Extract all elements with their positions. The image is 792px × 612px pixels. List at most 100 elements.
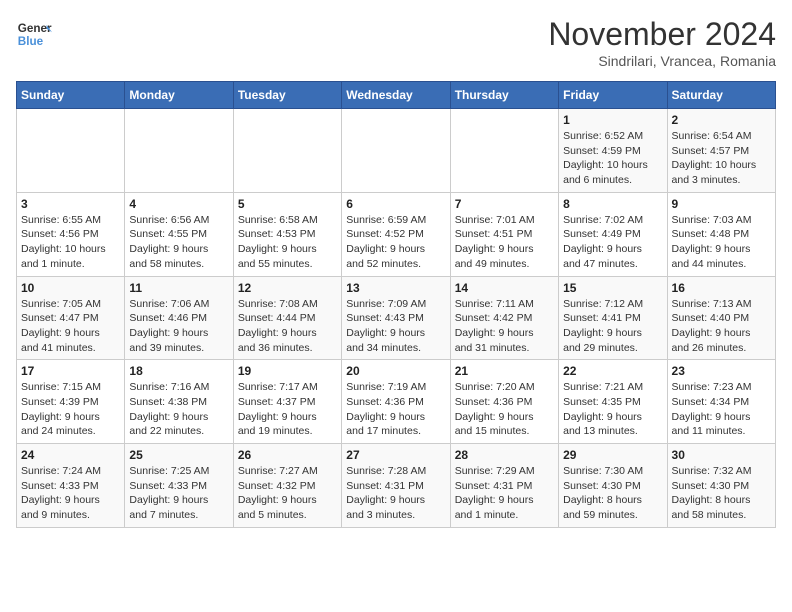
calendar-cell: 4 Sunrise: 6:56 AM Sunset: 4:55 PM Daylig… xyxy=(125,192,233,276)
day-info: Sunrise: 7:24 AM Sunset: 4:33 PM Dayligh… xyxy=(21,464,120,523)
day-info: Sunrise: 7:12 AM Sunset: 4:41 PM Dayligh… xyxy=(563,297,662,356)
day-info: Sunrise: 7:27 AM Sunset: 4:32 PM Dayligh… xyxy=(238,464,337,523)
calendar-week-row: 3 Sunrise: 6:55 AM Sunset: 4:56 PM Daylig… xyxy=(17,192,776,276)
day-info: Sunrise: 7:05 AM Sunset: 4:47 PM Dayligh… xyxy=(21,297,120,356)
calendar-cell: 8Sunrise: 7:02 AM Sunset: 4:49 PM Daylig… xyxy=(559,192,667,276)
day-number: 27 xyxy=(346,448,445,462)
calendar-cell xyxy=(342,109,450,193)
calendar-table: SundayMondayTuesdayWednesdayThursdayFrid… xyxy=(16,81,776,528)
day-number: 4 xyxy=(129,197,228,211)
calendar-cell: 7 Sunrise: 7:01 AM Sunset: 4:51 PM Daylig… xyxy=(450,192,558,276)
day-number: 13 xyxy=(346,281,445,295)
weekday-header: Saturday xyxy=(667,82,775,109)
day-number: 8 xyxy=(563,197,662,211)
day-info: Sunrise: 7:29 AM Sunset: 4:31 PM Dayligh… xyxy=(455,464,554,523)
day-number: 24 xyxy=(21,448,120,462)
day-number: 21 xyxy=(455,364,554,378)
calendar-cell: 12Sunrise: 7:08 AM Sunset: 4:44 PM Dayli… xyxy=(233,276,341,360)
day-number: 9 xyxy=(672,197,771,211)
day-info: Sunrise: 6:54 AM Sunset: 4:57 PM Dayligh… xyxy=(672,129,771,188)
calendar-cell: 29 Sunrise: 7:30 AM Sunset: 4:30 PM Dayli… xyxy=(559,444,667,528)
day-info: Sunrise: 7:25 AM Sunset: 4:33 PM Dayligh… xyxy=(129,464,228,523)
day-number: 5 xyxy=(238,197,337,211)
day-number: 19 xyxy=(238,364,337,378)
calendar-cell: 30Sunrise: 7:32 AM Sunset: 4:30 PM Dayli… xyxy=(667,444,775,528)
day-info: Sunrise: 6:55 AM Sunset: 4:56 PM Dayligh… xyxy=(21,213,120,272)
weekday-header-row: SundayMondayTuesdayWednesdayThursdayFrid… xyxy=(17,82,776,109)
calendar-cell: 26Sunrise: 7:27 AM Sunset: 4:32 PM Dayli… xyxy=(233,444,341,528)
day-number: 25 xyxy=(129,448,228,462)
calendar-cell: 19 Sunrise: 7:17 AM Sunset: 4:37 PM Dayli… xyxy=(233,360,341,444)
day-number: 28 xyxy=(455,448,554,462)
calendar-cell: 22 Sunrise: 7:21 AM Sunset: 4:35 PM Dayli… xyxy=(559,360,667,444)
day-number: 18 xyxy=(129,364,228,378)
logo: General Blue xyxy=(16,16,52,52)
calendar-cell: 16Sunrise: 7:13 AM Sunset: 4:40 PM Dayli… xyxy=(667,276,775,360)
weekday-header: Wednesday xyxy=(342,82,450,109)
day-number: 17 xyxy=(21,364,120,378)
day-info: Sunrise: 7:06 AM Sunset: 4:46 PM Dayligh… xyxy=(129,297,228,356)
weekday-header: Sunday xyxy=(17,82,125,109)
calendar-cell: 21Sunrise: 7:20 AM Sunset: 4:36 PM Dayli… xyxy=(450,360,558,444)
day-info: Sunrise: 6:59 AM Sunset: 4:52 PM Dayligh… xyxy=(346,213,445,272)
day-number: 14 xyxy=(455,281,554,295)
calendar-cell: 9 Sunrise: 7:03 AM Sunset: 4:48 PM Daylig… xyxy=(667,192,775,276)
day-info: Sunrise: 6:58 AM Sunset: 4:53 PM Dayligh… xyxy=(238,213,337,272)
day-info: Sunrise: 6:56 AM Sunset: 4:55 PM Dayligh… xyxy=(129,213,228,272)
day-number: 7 xyxy=(455,197,554,211)
calendar-cell: 3 Sunrise: 6:55 AM Sunset: 4:56 PM Daylig… xyxy=(17,192,125,276)
day-info: Sunrise: 7:21 AM Sunset: 4:35 PM Dayligh… xyxy=(563,380,662,439)
day-info: Sunrise: 7:11 AM Sunset: 4:42 PM Dayligh… xyxy=(455,297,554,356)
calendar-cell: 1Sunrise: 6:52 AM Sunset: 4:59 PM Daylig… xyxy=(559,109,667,193)
day-number: 20 xyxy=(346,364,445,378)
day-number: 3 xyxy=(21,197,120,211)
day-number: 30 xyxy=(672,448,771,462)
calendar-week-row: 24 Sunrise: 7:24 AM Sunset: 4:33 PM Dayli… xyxy=(17,444,776,528)
day-info: Sunrise: 7:01 AM Sunset: 4:51 PM Dayligh… xyxy=(455,213,554,272)
day-info: Sunrise: 7:15 AM Sunset: 4:39 PM Dayligh… xyxy=(21,380,120,439)
location-subtitle: Sindrilari, Vrancea, Romania xyxy=(548,53,776,69)
weekday-header: Monday xyxy=(125,82,233,109)
day-number: 1 xyxy=(563,113,662,127)
day-number: 22 xyxy=(563,364,662,378)
calendar-cell xyxy=(125,109,233,193)
calendar-cell: 23 Sunrise: 7:23 AM Sunset: 4:34 PM Dayli… xyxy=(667,360,775,444)
day-number: 29 xyxy=(563,448,662,462)
day-info: Sunrise: 7:13 AM Sunset: 4:40 PM Dayligh… xyxy=(672,297,771,356)
weekday-header: Thursday xyxy=(450,82,558,109)
calendar-week-row: 10 Sunrise: 7:05 AM Sunset: 4:47 PM Dayli… xyxy=(17,276,776,360)
title-block: November 2024 Sindrilari, Vrancea, Roman… xyxy=(548,16,776,69)
day-number: 10 xyxy=(21,281,120,295)
day-info: Sunrise: 7:23 AM Sunset: 4:34 PM Dayligh… xyxy=(672,380,771,439)
calendar-week-row: 1Sunrise: 6:52 AM Sunset: 4:59 PM Daylig… xyxy=(17,109,776,193)
calendar-week-row: 17 Sunrise: 7:15 AM Sunset: 4:39 PM Dayli… xyxy=(17,360,776,444)
day-number: 2 xyxy=(672,113,771,127)
day-info: Sunrise: 7:19 AM Sunset: 4:36 PM Dayligh… xyxy=(346,380,445,439)
calendar-cell: 2 Sunrise: 6:54 AM Sunset: 4:57 PM Daylig… xyxy=(667,109,775,193)
day-info: Sunrise: 7:30 AM Sunset: 4:30 PM Dayligh… xyxy=(563,464,662,523)
calendar-cell: 20 Sunrise: 7:19 AM Sunset: 4:36 PM Dayli… xyxy=(342,360,450,444)
weekday-header: Tuesday xyxy=(233,82,341,109)
day-info: Sunrise: 7:16 AM Sunset: 4:38 PM Dayligh… xyxy=(129,380,228,439)
day-info: Sunrise: 7:08 AM Sunset: 4:44 PM Dayligh… xyxy=(238,297,337,356)
day-info: Sunrise: 7:09 AM Sunset: 4:43 PM Dayligh… xyxy=(346,297,445,356)
logo-icon: General Blue xyxy=(16,16,52,52)
calendar-cell: 5 Sunrise: 6:58 AM Sunset: 4:53 PM Daylig… xyxy=(233,192,341,276)
calendar-cell: 25 Sunrise: 7:25 AM Sunset: 4:33 PM Dayli… xyxy=(125,444,233,528)
weekday-header: Friday xyxy=(559,82,667,109)
month-title: November 2024 xyxy=(548,16,776,53)
calendar-cell: 11 Sunrise: 7:06 AM Sunset: 4:46 PM Dayli… xyxy=(125,276,233,360)
calendar-cell: 15Sunrise: 7:12 AM Sunset: 4:41 PM Dayli… xyxy=(559,276,667,360)
calendar-cell: 6 Sunrise: 6:59 AM Sunset: 4:52 PM Daylig… xyxy=(342,192,450,276)
svg-text:Blue: Blue xyxy=(18,35,44,48)
calendar-cell xyxy=(233,109,341,193)
day-info: Sunrise: 7:03 AM Sunset: 4:48 PM Dayligh… xyxy=(672,213,771,272)
calendar-cell: 13 Sunrise: 7:09 AM Sunset: 4:43 PM Dayli… xyxy=(342,276,450,360)
day-info: Sunrise: 7:17 AM Sunset: 4:37 PM Dayligh… xyxy=(238,380,337,439)
day-number: 23 xyxy=(672,364,771,378)
calendar-cell: 24 Sunrise: 7:24 AM Sunset: 4:33 PM Dayli… xyxy=(17,444,125,528)
day-number: 11 xyxy=(129,281,228,295)
calendar-cell xyxy=(17,109,125,193)
calendar-cell: 18 Sunrise: 7:16 AM Sunset: 4:38 PM Dayli… xyxy=(125,360,233,444)
day-number: 6 xyxy=(346,197,445,211)
